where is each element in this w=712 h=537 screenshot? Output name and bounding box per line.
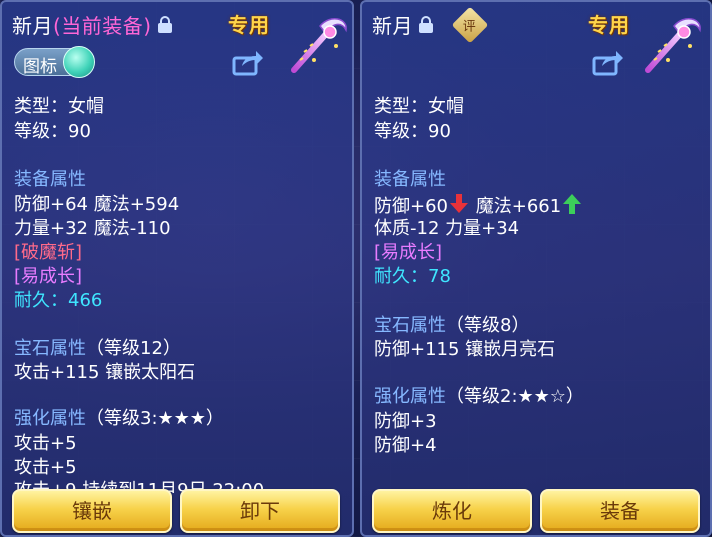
type-line: 类型：女帽 <box>374 96 464 117</box>
refine-button[interactable]: 炼化 <box>372 489 532 533</box>
lock-icon[interactable] <box>157 16 172 33</box>
item-title: 新月(当前装备) <box>12 10 152 39</box>
enhance-level: （等级3:★★★） <box>86 408 224 429</box>
gem-line: 攻击+115 镶嵌太阳石 <box>14 362 196 383</box>
down-arrow-icon <box>450 194 468 214</box>
share-icon[interactable] <box>232 50 264 76</box>
rating-label: 评 <box>463 18 477 34</box>
exclusive-label: 专用 <box>588 13 630 37</box>
durability-value: 466 <box>68 290 103 311</box>
gem-level: （等级12） <box>86 338 181 359</box>
item-name: 新月 <box>12 14 53 38</box>
staff-item-icon <box>291 18 347 73</box>
item-title-row: 新月 评 <box>372 6 489 43</box>
enhance-attr-line: 强化属性（等级3:★★★） <box>14 408 224 430</box>
enhance-line-2: 防御+4 <box>374 435 437 456</box>
attr-line-2: 力量+32 魔法-110 <box>14 218 171 239</box>
level-line: 等级：90 <box>14 121 91 142</box>
durability-line: 耐久：78 <box>374 266 451 288</box>
special-skill-1: [易成长] <box>374 242 443 263</box>
staff-item-icon <box>645 18 701 73</box>
equip-attr-header: 装备属性 <box>374 169 446 190</box>
durability-line: 耐久：466 <box>14 290 102 312</box>
share-icon[interactable] <box>592 50 624 76</box>
equip-button[interactable]: 装备 <box>540 489 700 533</box>
gem-attr-header: 宝石属性 <box>374 315 446 336</box>
icon-toggle[interactable]: 图标 <box>14 46 95 78</box>
attr-line-1: 防御+64 魔法+594 <box>14 194 180 215</box>
gem-level: （等级8） <box>446 315 530 336</box>
durability-label: 耐久： <box>374 266 428 287</box>
item-title: 新月 <box>372 14 413 38</box>
special-skill-2: [易成长] <box>14 266 83 287</box>
inlay-button[interactable]: 镶嵌 <box>12 489 172 533</box>
gem-attr-line: 宝石属性（等级12） <box>14 338 181 360</box>
toggle-knob <box>63 46 95 78</box>
equipped-item-panel: 新月(当前装备) 专用 图标 类型：女帽 等级：90 装备属性 防御+64 魔法… <box>0 0 354 537</box>
lock-icon[interactable] <box>419 16 433 33</box>
level-line: 等级：90 <box>374 121 451 142</box>
enhance-line-1: 防御+3 <box>374 411 437 432</box>
enhance-attr-line: 强化属性（等级2:★★☆） <box>374 386 584 408</box>
gem-attr-header: 宝石属性 <box>14 338 86 359</box>
attr-line-1: 防御+60 魔法+661 <box>374 194 583 218</box>
compare-item-panel: 新月 评 专用 类型：女帽 等级：90 装备属性 防御+60 魔法+661 体质… <box>360 0 712 537</box>
enhance-level: （等级2:★★☆） <box>446 386 584 407</box>
gem-attr-line: 宝石属性（等级8） <box>374 315 529 337</box>
icon-toggle-label: 图标 <box>23 57 57 77</box>
item-title-row: 新月(当前装备) <box>12 10 172 39</box>
rating-badge-icon[interactable]: 评 <box>451 6 489 43</box>
up-arrow-icon <box>563 194 582 214</box>
enhance-line-2: 攻击+5 <box>14 457 77 478</box>
unequip-button[interactable]: 卸下 <box>180 489 340 533</box>
exclusive-label: 专用 <box>228 13 270 37</box>
enhance-attr-header: 强化属性 <box>374 386 446 407</box>
durability-value: 78 <box>428 266 451 287</box>
special-skill-1: [破魔斩] <box>14 242 83 263</box>
gem-line: 防御+115 镶嵌月亮石 <box>374 339 556 360</box>
equip-attr-header: 装备属性 <box>14 169 86 190</box>
equipped-status: (当前装备) <box>53 14 152 38</box>
enhance-line-1: 攻击+5 <box>14 433 77 454</box>
type-line: 类型：女帽 <box>14 96 104 117</box>
attr-magic: 魔法+661 <box>475 196 562 217</box>
attr-line-2: 体质-12 力量+34 <box>374 218 520 239</box>
enhance-attr-header: 强化属性 <box>14 408 86 429</box>
durability-label: 耐久： <box>14 290 68 311</box>
attr-defense: 防御+60 <box>374 196 448 217</box>
